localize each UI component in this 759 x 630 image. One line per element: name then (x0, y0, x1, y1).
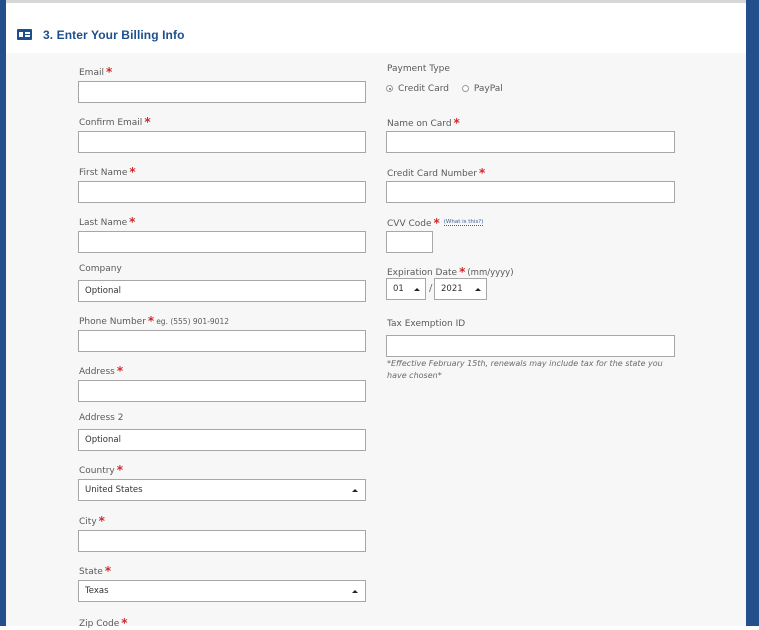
caret-up-icon (475, 288, 481, 291)
tax-exemption-label: Tax Exemption ID (387, 319, 466, 329)
caret-up-icon (352, 489, 358, 492)
city-field[interactable] (78, 530, 366, 552)
name-on-card-label: Name on Card * (387, 116, 460, 130)
last-name-label: Last Name * (79, 215, 136, 229)
radio-unselected-icon (461, 85, 469, 92)
caret-up-icon (352, 590, 358, 593)
email-field[interactable] (78, 81, 366, 103)
tax-note: *Effective February 15th, renewals may i… (387, 359, 663, 380)
name-on-card-field[interactable] (386, 131, 675, 153)
last-name-field[interactable] (78, 231, 366, 253)
country-label: Country * (79, 463, 124, 477)
first-name-label: First Name * (79, 165, 136, 179)
expiration-separator: / (429, 283, 433, 294)
tax-exemption-field[interactable] (386, 335, 675, 357)
radio-selected-icon (386, 85, 393, 92)
country-select[interactable]: United States (78, 479, 366, 501)
radio-paypal[interactable]: PayPal (461, 84, 503, 94)
address-2-label: Address 2 (79, 413, 124, 423)
payment-type-label: Payment Type (387, 64, 450, 74)
cvv-label: CVV Code * (What is this?) (387, 216, 484, 230)
cvv-help-link[interactable]: (What is this?) (443, 219, 484, 226)
phone-number-field[interactable] (78, 330, 366, 352)
expiration-year-select[interactable]: 2021 (434, 278, 487, 300)
city-label: City * (79, 514, 105, 528)
company-label: Company (79, 264, 122, 274)
section-title: 3. Enter Your Billing Info (43, 28, 185, 42)
id-card-icon (17, 29, 32, 40)
card-number-field[interactable] (386, 181, 675, 203)
expiration-date-label: Expiration Date * (mm/yyyy) (387, 265, 514, 279)
right-border (746, 0, 759, 626)
cvv-field[interactable] (386, 231, 433, 253)
card-number-label: Credit Card Number * (387, 166, 486, 180)
zip-code-label: Zip Code * (79, 616, 128, 630)
address-2-field[interactable]: Optional (78, 429, 366, 451)
caret-up-icon (414, 288, 420, 291)
address-label: Address * (79, 364, 124, 378)
company-field[interactable]: Optional (78, 280, 366, 302)
confirm-email-field[interactable] (78, 131, 366, 153)
state-select[interactable]: Texas (78, 580, 366, 602)
expiration-month-select[interactable]: 01 (386, 278, 426, 300)
radio-credit-card[interactable]: Credit Card (386, 84, 449, 94)
section-header: 3. Enter Your Billing Info (6, 10, 746, 53)
confirm-email-label: Confirm Email * (79, 115, 151, 129)
state-label: State * (79, 564, 112, 578)
top-rule (0, 0, 746, 3)
phone-number-label: Phone Number * eg. (555) 901-9012 (79, 314, 229, 328)
first-name-field[interactable] (78, 181, 366, 203)
address-field[interactable] (78, 380, 366, 402)
payment-type-options: Credit Card PayPal (386, 84, 503, 94)
email-label: Email * (79, 65, 113, 79)
